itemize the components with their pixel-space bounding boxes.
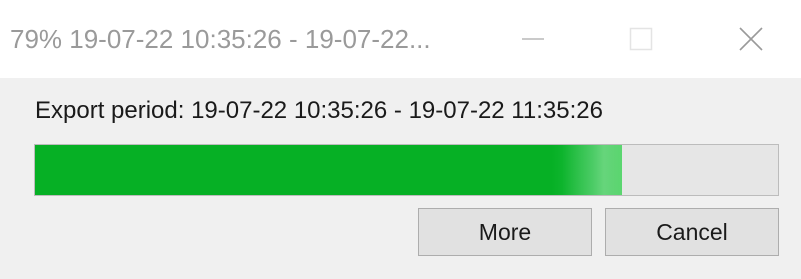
minimize-icon <box>522 38 544 40</box>
maximize-button[interactable] <box>596 0 686 78</box>
progress-fill <box>35 145 622 195</box>
more-button[interactable]: More <box>418 208 592 256</box>
cancel-button[interactable]: Cancel <box>605 208 779 256</box>
title-bar: 79% 19-07-22 10:35:26 - 19-07-22... <box>0 0 801 78</box>
export-progress-bar <box>34 144 779 196</box>
export-period-label: Export period: 19-07-22 10:35:26 - 19-07… <box>35 97 603 124</box>
dialog-content: Export period: 19-07-22 10:35:26 - 19-07… <box>0 78 801 279</box>
close-button[interactable] <box>706 0 796 78</box>
export-progress-dialog: 79% 19-07-22 10:35:26 - 19-07-22... Expo… <box>0 0 801 279</box>
window-title: 79% 19-07-22 10:35:26 - 19-07-22... <box>10 24 431 54</box>
close-icon <box>739 27 763 51</box>
minimize-button[interactable] <box>488 0 578 78</box>
maximize-icon <box>629 27 653 51</box>
